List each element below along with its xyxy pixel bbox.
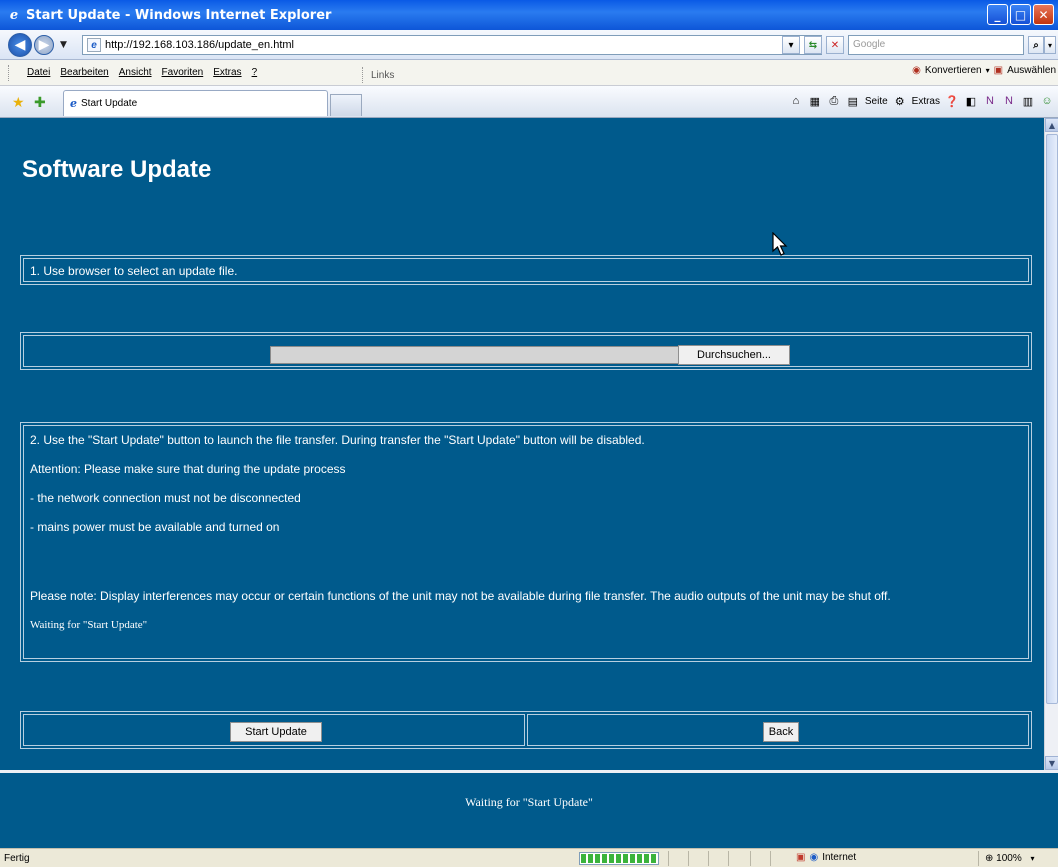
help-icon[interactable]: ❓ (945, 94, 959, 108)
feeds-icon[interactable]: ▦ (808, 94, 822, 108)
file-path-input[interactable] (270, 346, 678, 364)
convert-button[interactable]: Konvertieren (925, 65, 982, 76)
print-icon[interactable]: ⎙ (827, 94, 841, 108)
menu-item-edit[interactable]: Bearbeiten (60, 67, 108, 78)
forward-nav-button[interactable]: ▶ (34, 34, 54, 55)
menu-item-tools[interactable]: Extras (213, 67, 241, 78)
stop-icon[interactable]: ✕ (826, 36, 844, 54)
start-update-button[interactable]: Start Update (230, 722, 322, 742)
loading-progress-bar (579, 852, 659, 865)
vertical-scrollbar[interactable]: ▲ ▼ (1044, 118, 1058, 770)
attention-line: Attention: Please make sure that during … (30, 462, 346, 476)
title-bar: e Start Update - Windows Internet Explor… (0, 0, 1058, 30)
menu-bar: Datei Bearbeiten Ansicht Favoriten Extra… (0, 60, 1058, 86)
menu-item-file[interactable]: Datei (27, 67, 50, 78)
status-bar: Fertig ▣ ◉ Internet ⊕ 100% ▾ (0, 848, 1058, 867)
zoom-level: 100% (996, 853, 1022, 864)
toolbar-grip (8, 64, 11, 81)
action-button-row: Start Update Back (20, 711, 1032, 749)
footer-status-text: Waiting for "Start Update" (465, 795, 593, 809)
note-line: Please note: Display interferences may o… (30, 589, 891, 603)
maximize-button[interactable]: □ (1010, 4, 1031, 25)
address-dropdown-icon[interactable]: ▾ (782, 36, 800, 54)
search-input[interactable]: Google (848, 35, 1024, 55)
close-button[interactable]: ✕ (1033, 4, 1054, 25)
security-zone[interactable]: ▣ ◉ Internet (796, 852, 856, 863)
addon-icon-1[interactable]: ◧ (964, 94, 978, 108)
protected-mode-icon: ▣ (796, 852, 806, 863)
scroll-thumb[interactable] (1046, 134, 1058, 704)
back-cell: Back (527, 714, 1029, 746)
tab-label: Start Update (81, 98, 138, 109)
instruction-line: 2. Use the "Start Update" button to laun… (30, 433, 645, 447)
command-bar: ⌂ ▦ ⎙ ▤ Seite ⚙ Extras ❓ ◧ N N ▥ ☺ (789, 94, 1054, 108)
menu-item-view[interactable]: Ansicht (119, 67, 152, 78)
window-title: Start Update - Windows Internet Explorer (26, 7, 332, 23)
home-icon[interactable]: ⌂ (789, 94, 803, 108)
back-button[interactable]: Back (763, 722, 799, 742)
tab-start-update[interactable]: e Start Update (63, 90, 328, 116)
research-icon[interactable]: ▥ (1021, 94, 1035, 108)
favorites-star-icon[interactable]: ★ (12, 94, 25, 111)
start-update-cell: Start Update (23, 714, 525, 746)
search-icon[interactable]: ⌕ (1028, 36, 1044, 54)
address-toolbar: ◀ ▶ ▼ e http://192.168.103.186/update_en… (0, 30, 1058, 60)
scroll-down-icon[interactable]: ▼ (1045, 756, 1058, 770)
convert-icon: ◉ (912, 65, 921, 76)
tools-menu-button[interactable]: Extras (912, 96, 940, 107)
mouse-cursor-icon (772, 232, 788, 256)
refresh-icon[interactable]: ⇆ (804, 36, 822, 54)
ie-logo-icon: e (9, 7, 19, 23)
select-button[interactable]: Auswählen (1007, 65, 1056, 76)
page-icon: e (87, 38, 101, 52)
zoom-icon: ⊕ (985, 853, 994, 864)
globe-icon: ◉ (809, 852, 819, 863)
scroll-up-icon[interactable]: ▲ (1045, 118, 1058, 132)
menu-item-help[interactable]: ? (252, 67, 258, 78)
step1-panel: 1. Use browser to select an update file. (20, 255, 1032, 285)
browse-button[interactable]: Durchsuchen... (678, 345, 790, 365)
page-title: Software Update (22, 156, 212, 183)
zoom-control[interactable]: ⊕ 100% ▾ (985, 853, 1035, 864)
address-url: http://192.168.103.186/update_en.html (105, 39, 294, 51)
attention-item: - the network connection must not be dis… (30, 491, 301, 505)
back-nav-button[interactable]: ◀ (8, 32, 32, 57)
chevron-down-icon[interactable]: ▾ (986, 66, 990, 75)
status-text: Fertig (4, 853, 30, 864)
menu-item-favorites[interactable]: Favoriten (162, 67, 204, 78)
address-input[interactable]: e http://192.168.103.186/update_en.html (82, 35, 822, 55)
status-frame: Waiting for "Start Update" (0, 770, 1058, 848)
instructions-panel: 2. Use the "Start Update" button to laun… (20, 422, 1032, 662)
tab-bar: ★ ✚ e Start Update ⌂ ▦ ⎙ ▤ Seite ⚙ Extra… (0, 86, 1058, 118)
zone-label: Internet (822, 852, 857, 863)
step1-text: 1. Use browser to select an update file. (23, 258, 1029, 282)
file-select-panel: Durchsuchen... (20, 332, 1032, 370)
new-tab-button[interactable] (330, 94, 362, 116)
search-options-icon[interactable]: ▾ (1044, 36, 1056, 54)
links-label: Links (371, 69, 395, 81)
page-content: Software Update 1. Use browser to select… (0, 118, 1044, 770)
attention-item: - mains power must be available and turn… (30, 520, 280, 534)
minimize-button[interactable]: _ (987, 4, 1008, 25)
zoom-dropdown-icon[interactable]: ▾ (1031, 854, 1035, 863)
add-favorite-icon[interactable]: ✚ (34, 94, 46, 111)
history-dropdown-icon[interactable]: ▼ (60, 40, 67, 50)
select-icon: ▣ (993, 65, 1004, 76)
browser-window: e Start Update - Windows Internet Explor… (0, 0, 1058, 867)
tools-gear-icon: ⚙ (894, 95, 905, 108)
links-toolbar[interactable]: Links (362, 67, 394, 83)
waiting-status: Waiting for "Start Update" (30, 619, 148, 631)
messenger-icon[interactable]: ☺ (1040, 94, 1054, 108)
tab-ie-icon: e (70, 97, 77, 110)
page-menu-button[interactable]: Seite (865, 96, 888, 107)
addon-icon-2[interactable]: N (1002, 94, 1016, 108)
onenote-icon[interactable]: N (983, 94, 997, 108)
page-menu-icon: ▤ (847, 95, 859, 108)
